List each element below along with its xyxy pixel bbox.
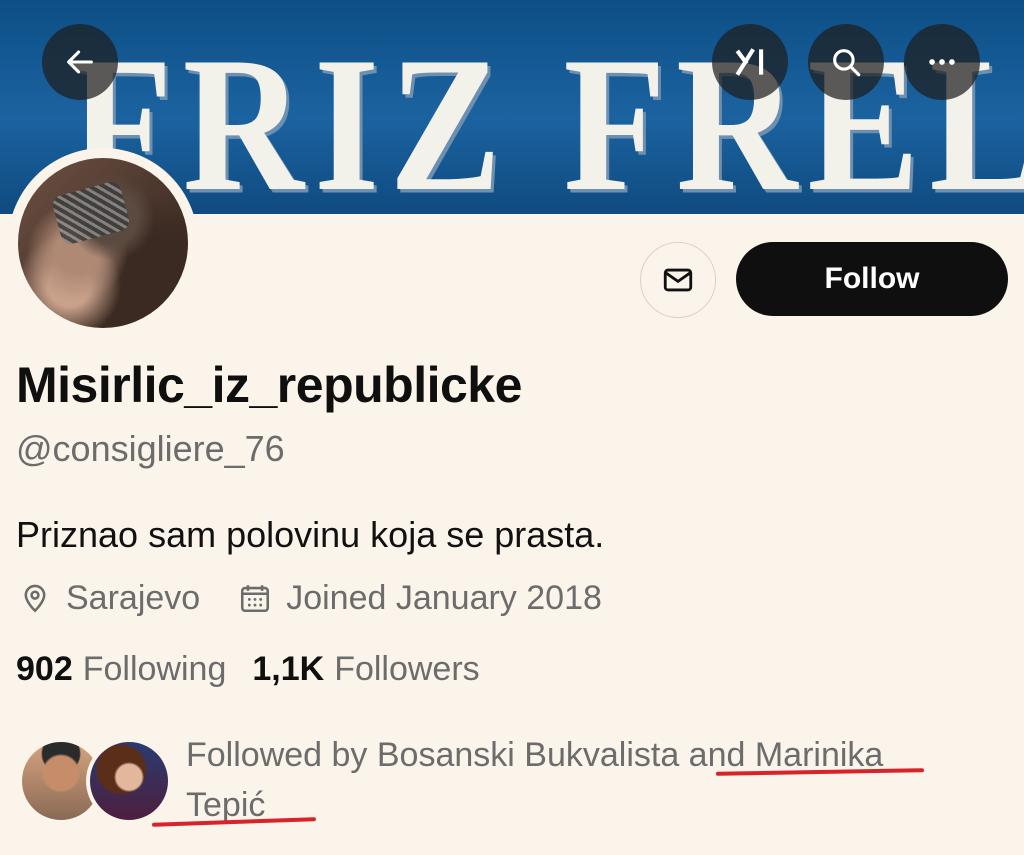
arrow-left-icon xyxy=(67,50,93,74)
follow-button[interactable]: Follow xyxy=(736,242,1008,316)
user-handle: @consigliere_76 xyxy=(16,428,285,469)
profile-meta: Sarajevo Joined January 2018 xyxy=(18,578,602,618)
envelope-icon xyxy=(663,268,693,292)
join-date: Joined January 2018 xyxy=(238,579,602,618)
mutual-follower-avatar[interactable] xyxy=(86,738,172,824)
profile-bio: Priznao sam polovinu koja se prasta. xyxy=(16,514,605,555)
location: Sarajevo xyxy=(18,579,200,618)
follow-stats: 902 Following 1,1K Followers xyxy=(16,650,506,689)
grok-icon xyxy=(735,48,764,76)
avatar-frame[interactable] xyxy=(8,148,198,338)
avatar[interactable] xyxy=(18,158,188,328)
grok-button[interactable] xyxy=(712,24,788,100)
back-button[interactable] xyxy=(42,24,118,100)
calendar-icon xyxy=(238,581,272,615)
more-horizontal-icon xyxy=(929,59,955,65)
following-count[interactable]: 902 xyxy=(16,650,73,689)
join-date-text: Joined January 2018 xyxy=(286,578,602,617)
followers-link[interactable]: Followers xyxy=(334,650,479,689)
display-name: Misirlic_iz_republicke xyxy=(16,357,522,413)
location-text: Sarajevo xyxy=(66,578,201,617)
followers-count[interactable]: 1,1K xyxy=(252,650,324,689)
message-button[interactable] xyxy=(640,242,716,318)
following-link[interactable]: Following xyxy=(83,650,227,689)
location-pin-icon xyxy=(18,581,52,615)
search-icon xyxy=(833,49,861,77)
search-button[interactable] xyxy=(808,24,884,100)
more-button[interactable] xyxy=(904,24,980,100)
followed-by-text[interactable]: Followed by Bosanski Bukvalista and Mari… xyxy=(186,730,946,830)
